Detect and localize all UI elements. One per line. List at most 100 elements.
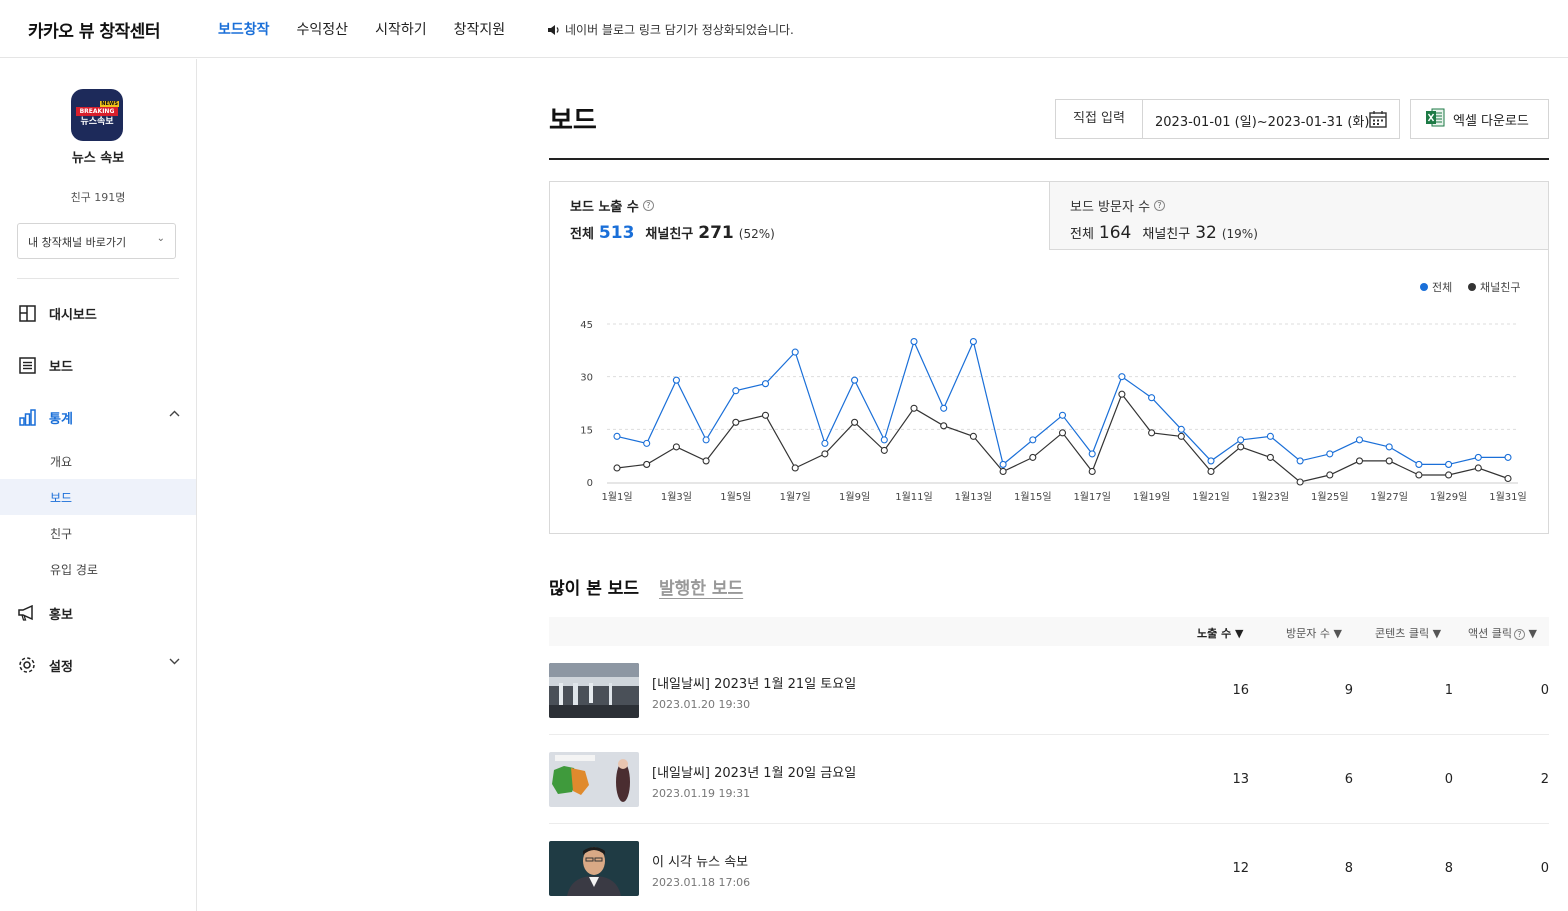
data-point [1296,457,1304,465]
help-icon[interactable]: ? [1513,629,1525,640]
thumbnail-person-portrait [549,841,639,896]
data-point [643,439,651,447]
data-point [999,467,1007,476]
top-nav: 보드창작 수익정산 시작하기 창작지원 [218,19,505,39]
nav-board-create[interactable]: 보드창작 [218,19,270,39]
data-point [1445,460,1453,468]
data-point [613,432,621,440]
data-point [1237,436,1245,444]
nav-revenue[interactable]: 수익정산 [297,19,349,39]
date-range-picker[interactable]: 2023-01-01 (일)~2023-01-31 (화) [1142,99,1400,139]
chevron-up-icon[interactable] [169,409,180,420]
legend-label: 전체 [1432,281,1452,294]
sidebar-item-promo[interactable]: 홍보 [0,587,196,639]
goto-channel-label: 내 창작채널 바로가기 [28,236,127,249]
channel-avatar: NEWS BREAKING 뉴스속보 [71,89,123,141]
visitors-pct: (19%) [1221,227,1258,241]
data-point [761,411,770,419]
data-point [1326,471,1334,479]
chevron-down-icon: ⌄ [156,233,165,244]
data-point [1474,464,1482,472]
row-date: 2023.01.19 19:31 [652,787,751,800]
sidebar-item-label: 대시보드 [49,307,97,323]
sort-exposure[interactable]: 노출 수 ▼ [1197,625,1244,641]
calendar-icon[interactable] [1369,110,1387,132]
sidebar: NEWS BREAKING 뉴스속보 뉴스 속보 친구 191명 내 창작채널 … [0,59,197,911]
data-point [1355,436,1364,444]
excel-download-label: 엑셀 다운로드 [1453,113,1529,129]
table-row[interactable]: 이 시각 뉴스 속보 2023.01.18 17:06 12 8 8 0 [549,824,1549,911]
data-point [1118,373,1126,381]
row-visitors: 8 [1344,861,1353,876]
table-row[interactable]: [내일날씨] 2023년 1월 20일 금요일 2023.01.19 19:31… [549,735,1549,824]
data-point [1474,453,1482,461]
thumbnail-frozen-bridge [549,663,639,718]
row-title[interactable]: [내일날씨] 2023년 1월 20일 금요일 [652,762,856,781]
sidebar-sub-overview[interactable]: 개요 [0,443,196,479]
sidebar-item-label: 보드 [49,359,73,375]
visitors-label: 보드 방문자 수 [1070,200,1151,215]
sort-visitors[interactable]: 방문자 수 ▼ [1286,625,1342,641]
row-title[interactable]: 이 시각 뉴스 속보 [652,851,748,870]
avatar-line1: BREAKING [76,107,118,116]
series-line [616,339,1508,466]
data-point [851,418,859,426]
data-point [1385,457,1393,465]
tab-visitors[interactable]: 보드 방문자 수? 전체 164 채널친구 32 (19%) [1049,182,1548,250]
data-point [1326,450,1334,458]
direct-input-button[interactable]: 직접 입력 [1055,99,1143,139]
data-point [940,422,948,430]
goto-channel-select[interactable]: 내 창작채널 바로가기 ⌄ [17,223,176,259]
row-exposure: 16 [1232,683,1249,698]
y-tick-label: 15 [580,425,593,436]
sidebar-item-board[interactable]: 보드 [0,339,196,391]
row-content-clicks: 1 [1444,683,1453,698]
data-point [1415,471,1423,479]
sidebar-item-label: 설정 [49,659,73,675]
dashboard-icon [18,304,36,322]
line-chart: 0 15 30 45 1월1일 1월3일 1월5일 1월7일 1월9일 1월11일 1월13일 1월1… [580,281,1526,503]
visitors-friends: 32 [1195,223,1217,243]
chevron-down-icon[interactable] [169,657,180,668]
sidebar-item-dashboard[interactable]: 대시보드 [0,287,196,339]
sidebar-sub-friends[interactable]: 친구 [0,515,196,551]
channel-name: 뉴스 속보 [71,151,125,166]
data-point [791,348,799,356]
row-visitors: 9 [1344,683,1353,698]
data-point [1148,394,1156,402]
header-label: 방문자 수 [1286,627,1330,640]
table-row[interactable]: [내일날씨] 2023년 1월 21일 토요일 2023.01.20 19:30… [549,646,1549,735]
nav-getting-started[interactable]: 시작하기 [375,19,427,39]
exposure-pct: (52%) [738,227,775,241]
row-visitors: 6 [1344,772,1353,787]
data-point [1355,457,1364,465]
nav-creator-support[interactable]: 창작지원 [454,19,506,39]
data-point [851,376,859,384]
data-point [1207,457,1215,465]
data-point [969,338,977,346]
data-point [791,464,799,472]
sidebar-sub-inflow[interactable]: 유입 경로 [0,551,196,587]
tab-published[interactable]: 발행한 보드 [659,574,743,599]
sidebar-item-stats[interactable]: 통계 [0,391,196,443]
sidebar-item-settings[interactable]: 설정 [0,639,196,691]
help-icon[interactable]: ? [1154,200,1166,211]
help-icon[interactable]: ? [642,200,654,211]
notice-banner[interactable]: 네이버 블로그 링크 담기가 정상화되었습니다. [547,21,794,38]
excel-download-button[interactable]: 엑셀 다운로드 [1410,99,1549,139]
brand-logo[interactable]: 카카오 뷰 창작센터 [28,17,160,42]
tab-popular[interactable]: 많이 본 보드 [549,574,639,599]
x-tick-label: 1월3일 [661,491,692,503]
x-tick-label: 1월13일 [955,491,993,503]
sort-content-clicks[interactable]: 콘텐츠 클릭 ▼ [1375,625,1441,641]
y-tick-label: 30 [580,373,593,384]
row-date: 2023.01.20 19:30 [652,698,751,711]
visitors-friends-label: 채널친구 [1142,227,1191,242]
sidebar-sub-board[interactable]: 보드 [0,479,196,515]
tab-exposure[interactable]: 보드 노출 수? 전체 513 채널친구 271 (52%) [550,182,1049,250]
data-point [910,338,918,346]
header-label: 콘텐츠 클릭 [1375,627,1430,640]
data-point [910,404,918,412]
row-title[interactable]: [내일날씨] 2023년 1월 21일 토요일 [652,673,856,692]
sort-action-clicks[interactable]: 액션 클릭? ▼ [1468,625,1537,641]
